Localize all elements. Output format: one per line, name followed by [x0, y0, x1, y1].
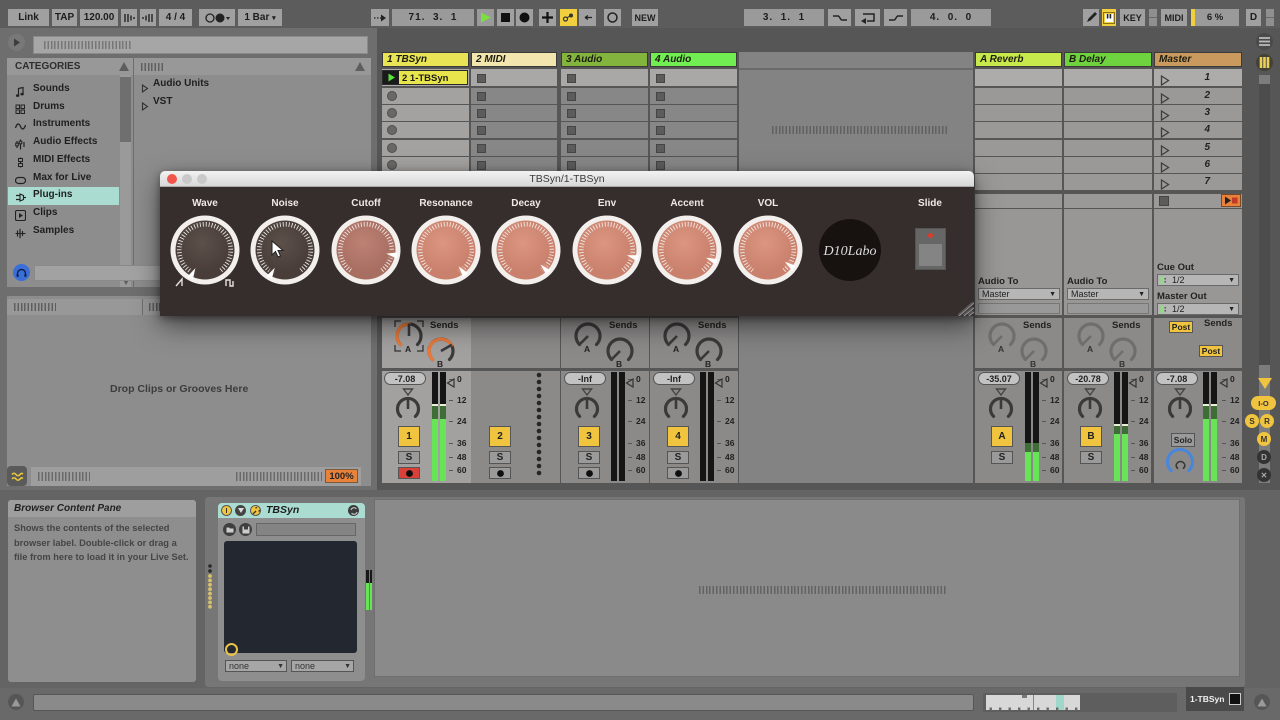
- svg-text:D10Labo: D10Labo: [823, 244, 877, 259]
